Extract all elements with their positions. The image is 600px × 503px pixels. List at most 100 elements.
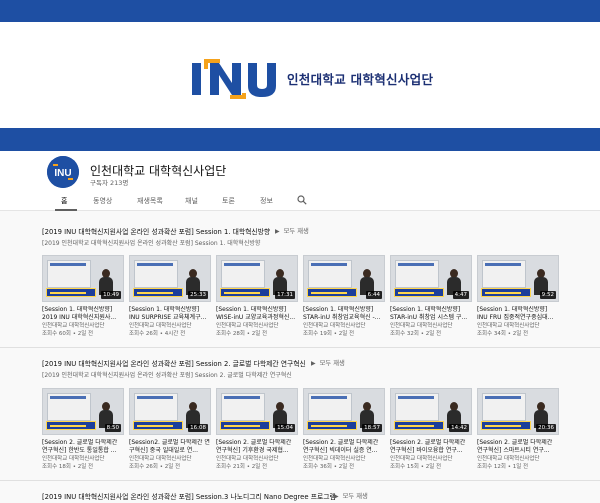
video-thumbnail[interactable]: 15:04 <box>216 388 298 435</box>
subscriber-count: 구독자 213명 <box>90 179 129 187</box>
video-channel-name[interactable]: 인천대학교 대학혁신사업단 <box>303 322 385 330</box>
play-all-button-2[interactable]: ▶ 모두 재생 <box>311 358 345 367</box>
play-all-button-1[interactable]: ▶ 모두 재생 <box>275 226 309 235</box>
video-channel-name[interactable]: 인천대학교 대학혁신사업단 <box>42 455 124 463</box>
video-title[interactable]: [Session2. 글로벌 다학제간 연구혁신] 중국 일대일로 연... <box>129 439 211 455</box>
video-card[interactable]: 18:57 [Session 2. 글로벌 다학제간 연구혁신] 빅데이터 실증 … <box>303 388 385 471</box>
channel-avatar[interactable]: INU <box>47 156 79 188</box>
video-card[interactable]: 4:47 [Session 1. 대학혁신방향] STAR-inU 취창업 시스템… <box>390 255 472 338</box>
slide-title-bar <box>398 263 434 266</box>
slide-screen <box>395 260 439 288</box>
video-duration: 20:36 <box>536 424 556 432</box>
slide-title-bar <box>485 263 521 266</box>
video-title[interactable]: [Session 1. 대학혁신방향] STAR-inU 취창업교육혁신 -..… <box>303 306 385 322</box>
video-title[interactable]: [Session 1. 대학혁신방향] 2019 INU 대학혁신지원사... <box>42 306 124 322</box>
video-duration: 25:33 <box>188 291 208 299</box>
play-icon: ▶ <box>311 360 316 367</box>
section-title-3[interactable]: [2019 INU 대학혁신지원사업 온라인 성과확산 포럼] Session.… <box>42 491 336 501</box>
play-all-button-3[interactable]: ▶ 모두 재생 <box>334 491 368 500</box>
video-title[interactable]: [Session 2. 글로벌 다학제간 연구혁신] 바이오융합 연구... <box>390 439 472 455</box>
video-title[interactable]: [Session 1. 대학혁신방향] INU FRU 집중적연구중심대... <box>477 306 559 322</box>
video-thumbnail[interactable]: 16:08 <box>129 388 211 435</box>
video-thumbnail[interactable]: 10:49 <box>42 255 124 302</box>
video-title[interactable]: [Session 1. 대학혁신방향] STAR-inU 취창업 시스템 구..… <box>390 306 472 322</box>
play-all-label: 모두 재생 <box>283 228 309 235</box>
video-title[interactable]: [Session 2. 글로벌 다학제간 연구혁신] 스마트시티 연구... <box>477 439 559 455</box>
caption-line <box>398 292 434 294</box>
video-channel-name[interactable]: 인천대학교 대학혁신사업단 <box>129 455 211 463</box>
video-meta: 조회수 19회 • 2일 전 <box>303 331 355 337</box>
video-title[interactable]: [Session 1. 대학혁신방향] INU SURPRISE 교육체계구..… <box>129 306 211 322</box>
video-duration: 9:52 <box>539 291 556 299</box>
slide-title-bar <box>311 396 347 399</box>
video-duration: 18:57 <box>362 424 382 432</box>
caption-line <box>137 292 173 294</box>
video-meta: 조회수 15회 • 2일 전 <box>390 464 442 470</box>
video-title[interactable]: [Session 2. 글로벌 다학제간 연구혁신] 한반도 통일통합 ... <box>42 439 124 455</box>
slide-title-bar <box>224 263 260 266</box>
tab-playlists[interactable]: 재생목록 <box>137 196 163 206</box>
thumbnail-caption-banner <box>220 288 270 297</box>
video-thumbnail[interactable]: 6:44 <box>303 255 385 302</box>
video-card[interactable]: 17:31 [Session 1. 대학혁신방향] WISE-inU 교양교육과정… <box>216 255 298 338</box>
video-card[interactable]: 25:33 [Session 1. 대학혁신방향] INU SURPRISE 교육… <box>129 255 211 338</box>
video-card[interactable]: 15:04 [Session 2. 글로벌 다학제간 연구혁신] 기후환경 국제협… <box>216 388 298 471</box>
inu-avatar-icon: INU <box>47 156 79 188</box>
video-channel-name[interactable]: 인천대학교 대학혁신사업단 <box>477 455 559 463</box>
caption-line <box>224 292 260 294</box>
search-icon[interactable] <box>297 195 307 205</box>
tab-about[interactable]: 정보 <box>260 196 273 206</box>
section-title-2[interactable]: [2019 INU 대학혁신지원사업 온라인 성과확산 포럼] Session … <box>42 358 306 368</box>
video-card[interactable]: 8:50 [Session 2. 글로벌 다학제간 연구혁신] 한반도 통일통합 … <box>42 388 124 471</box>
tab-channels[interactable]: 채널 <box>185 196 198 206</box>
video-meta: 조회수 12회 • 1일 전 <box>477 464 529 470</box>
video-channel-name[interactable]: 인천대학교 대학혁신사업단 <box>390 455 472 463</box>
video-channel-name[interactable]: 인천대학교 대학혁신사업단 <box>129 322 211 330</box>
section-divider <box>0 347 600 348</box>
video-thumbnail[interactable]: 14:42 <box>390 388 472 435</box>
video-duration: 4:47 <box>452 291 469 299</box>
video-meta: 조회수 26회 • 2일 전 <box>129 464 181 470</box>
tab-home[interactable]: 홈 <box>61 196 67 206</box>
video-thumbnail[interactable]: 8:50 <box>42 388 124 435</box>
slide-title-bar <box>398 396 434 399</box>
slide-title-bar <box>485 396 521 399</box>
caption-line <box>485 292 521 294</box>
video-channel-name[interactable]: 인천대학교 대학혁신사업단 <box>390 322 472 330</box>
tab-videos[interactable]: 동영상 <box>93 196 112 206</box>
thumbnail-caption-banner <box>307 421 357 430</box>
slide-screen <box>308 260 352 288</box>
slide-title-bar <box>50 263 86 266</box>
video-thumbnail[interactable]: 17:31 <box>216 255 298 302</box>
caption-line <box>137 425 173 427</box>
video-card[interactable]: 6:44 [Session 1. 대학혁신방향] STAR-inU 취창업교육혁신… <box>303 255 385 338</box>
video-card[interactable]: 16:08 [Session2. 글로벌 다학제간 연구혁신] 중국 일대일로 연… <box>129 388 211 471</box>
video-card[interactable]: 20:36 [Session 2. 글로벌 다학제간 연구혁신] 스마트시티 연구… <box>477 388 559 471</box>
video-thumbnail[interactable]: 4:47 <box>390 255 472 302</box>
video-channel-name[interactable]: 인천대학교 대학혁신사업단 <box>42 322 124 330</box>
video-channel-name[interactable]: 인천대학교 대학혁신사업단 <box>477 322 559 330</box>
video-title[interactable]: [Session 2. 글로벌 다학제간 연구혁신] 기후환경 국제협... <box>216 439 298 455</box>
video-channel-name[interactable]: 인천대학교 대학혁신사업단 <box>216 322 298 330</box>
video-thumbnail[interactable]: 25:33 <box>129 255 211 302</box>
section-title-1[interactable]: [2019 INU 대학혁신지원사업 온라인 성과확산 포럼] Session … <box>42 226 270 236</box>
video-duration: 6:44 <box>365 291 382 299</box>
video-title[interactable]: [Session 2. 글로벌 다학제간 연구혁신] 빅데이터 실증 연... <box>303 439 385 455</box>
video-card[interactable]: 10:49 [Session 1. 대학혁신방향] 2019 INU 대학혁신지원… <box>42 255 124 338</box>
video-channel-name[interactable]: 인천대학교 대학혁신사업단 <box>216 455 298 463</box>
video-channel-name[interactable]: 인천대학교 대학혁신사업단 <box>303 455 385 463</box>
video-thumbnail[interactable]: 20:36 <box>477 388 559 435</box>
tab-discussion[interactable]: 토론 <box>222 196 235 206</box>
video-card[interactable]: 14:42 [Session 2. 글로벌 다학제간 연구혁신] 바이오융합 연구… <box>390 388 472 471</box>
video-title[interactable]: [Session 1. 대학혁신방향] WISE-inU 교양교육과정혁신... <box>216 306 298 322</box>
video-duration: 15:04 <box>275 424 295 432</box>
video-duration: 8:50 <box>104 424 121 432</box>
video-card[interactable]: 9:52 [Session 1. 대학혁신방향] INU FRU 집중적연구중심대… <box>477 255 559 338</box>
video-meta: 조회수 36회 • 2일 전 <box>303 464 355 470</box>
video-thumbnail[interactable]: 18:57 <box>303 388 385 435</box>
section-divider <box>0 480 600 481</box>
play-icon: ▶ <box>275 228 280 235</box>
video-thumbnail[interactable]: 9:52 <box>477 255 559 302</box>
slide-screen <box>221 393 265 421</box>
caption-line <box>485 425 521 427</box>
